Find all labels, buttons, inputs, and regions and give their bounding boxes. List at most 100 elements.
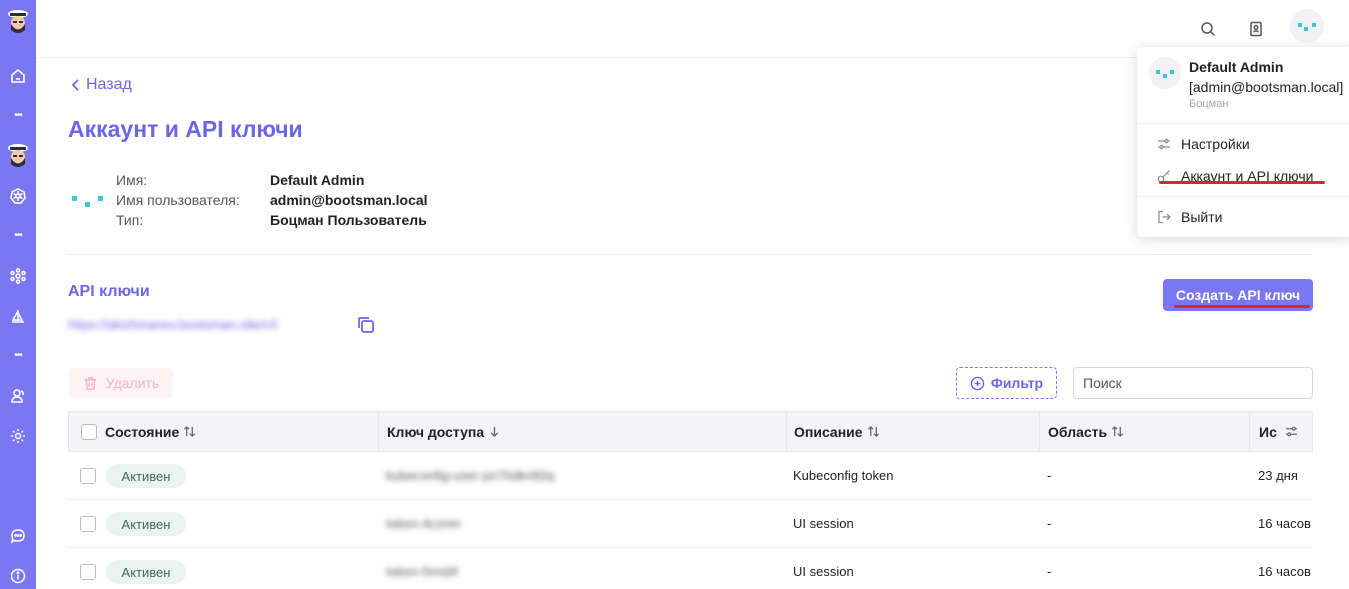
- description-cell: UI session: [793, 564, 854, 579]
- api-keys-title: API ключи: [68, 283, 150, 300]
- column-header-label: Ис: [1259, 423, 1277, 440]
- column-separator[interactable]: [1249, 412, 1250, 451]
- chevron-left-icon: [71, 79, 79, 91]
- expires-cell: 16 часов: [1258, 564, 1311, 579]
- api-endpoint-url: https://akizhmanev.bootsman.site/v3: [68, 317, 278, 332]
- back-link[interactable]: Назад: [70, 76, 132, 94]
- sliders-icon: [1158, 138, 1170, 150]
- account-name-value: Default Admin: [270, 172, 365, 188]
- sort-down-icon: [490, 426, 499, 438]
- apps-icon[interactable]: [6, 264, 30, 288]
- separator-dots: •••: [14, 110, 23, 121]
- row-checkbox[interactable]: [80, 564, 96, 580]
- bootsman-cluster-icon[interactable]: [5, 142, 31, 170]
- page-title: Аккаунт и API ключи: [68, 116, 303, 142]
- back-link-label: Назад: [86, 76, 132, 93]
- column-header-expires[interactable]: Ис: [1259, 412, 1277, 451]
- column-separator[interactable]: [786, 412, 787, 451]
- user-menu-name: Default Admin: [1189, 59, 1284, 75]
- separator-dots: •••: [14, 230, 23, 241]
- column-settings-icon[interactable]: [1285, 412, 1298, 451]
- column-header-label: Область: [1048, 423, 1108, 440]
- users-icon[interactable]: [6, 384, 30, 408]
- app: ••• ••• ••• Назад Аккаунт и API ключи Им…: [0, 0, 1349, 589]
- row-checkbox[interactable]: [80, 468, 96, 484]
- column-header-state[interactable]: Состояние: [105, 412, 196, 451]
- status-badge: Активен: [106, 512, 186, 536]
- sort-icon: [184, 425, 196, 438]
- info-icon[interactable]: [6, 564, 30, 588]
- column-header-label: Ключ доступа: [387, 423, 485, 440]
- menu-item-settings[interactable]: Настройки: [1157, 133, 1250, 155]
- menu-separator: [1137, 196, 1349, 197]
- access-key-cell: kubeconfig-user-pn7hdkn82q: [386, 468, 555, 483]
- plus-circle-icon: [970, 376, 985, 390]
- home-icon[interactable]: [6, 64, 30, 88]
- scope-cell: -: [1047, 468, 1052, 483]
- separator-dots: •••: [14, 350, 23, 361]
- user-avatar-button[interactable]: [1290, 9, 1324, 43]
- kubernetes-icon[interactable]: [6, 184, 30, 208]
- sidebar: ••• ••• •••: [0, 0, 36, 589]
- status-badge: Активен: [106, 464, 186, 488]
- avatar-icon: [1156, 70, 1174, 78]
- user-menu-role: Боцман: [1189, 98, 1229, 110]
- scope-cell: -: [1047, 564, 1052, 579]
- user-menu-dropdown: Default Admin [admin@bootsman.local] Боц…: [1137, 47, 1349, 237]
- menu-separator: [1137, 123, 1349, 124]
- table-row[interactable]: Активен token-5msbf UI session - 16 часо…: [68, 548, 1313, 589]
- account-avatar-icon: [72, 196, 103, 207]
- avatar-icon: [1298, 23, 1316, 31]
- api-keys-table: Состояние Ключ доступа Описание Область …: [68, 411, 1313, 589]
- trash-icon: [84, 376, 96, 390]
- search-input[interactable]: [1073, 367, 1313, 399]
- search-icon[interactable]: [1193, 14, 1223, 44]
- sort-icon: [1112, 425, 1124, 438]
- account-type-label: Тип:: [116, 212, 144, 228]
- annotation-underline: [1159, 181, 1325, 184]
- account-name-label: Имя:: [116, 172, 148, 188]
- delete-button[interactable]: Удалить: [69, 368, 173, 398]
- table-row[interactable]: Активен token-4cznm UI session - 16 часо…: [68, 500, 1313, 548]
- sort-icon: [867, 425, 879, 438]
- column-header-label: Описание: [794, 423, 863, 440]
- user-menu-avatar: [1149, 57, 1181, 89]
- settings-gear-icon[interactable]: [6, 424, 30, 448]
- row-checkbox[interactable]: [80, 516, 96, 532]
- table-row[interactable]: Активен kubeconfig-user-pn7hdkn82q Kubec…: [68, 452, 1313, 500]
- column-separator[interactable]: [1039, 412, 1040, 451]
- bootsman-logo-icon[interactable]: [5, 8, 31, 36]
- select-all-checkbox[interactable]: [81, 424, 97, 440]
- scope-cell: -: [1047, 516, 1052, 531]
- access-key-cell: token-5msbf: [386, 564, 458, 579]
- menu-item-logout[interactable]: Выйти: [1157, 206, 1222, 228]
- section-divider: [68, 254, 1313, 255]
- table-header: Состояние Ключ доступа Описание Область …: [68, 411, 1313, 452]
- logout-icon: [1158, 210, 1171, 224]
- chat-icon[interactable]: [6, 524, 30, 548]
- status-badge: Активен: [106, 560, 186, 584]
- column-header-description[interactable]: Описание: [794, 412, 880, 451]
- expires-cell: 16 часов: [1258, 516, 1311, 531]
- menu-item-label: Выйти: [1181, 209, 1223, 225]
- filter-button[interactable]: Фильтр: [956, 367, 1057, 399]
- copy-icon[interactable]: [356, 315, 376, 335]
- filter-button-label: Фильтр: [990, 375, 1044, 391]
- account-type-value: Боцман Пользователь: [270, 212, 427, 228]
- delete-button-label: Удалить: [105, 375, 160, 391]
- account-username-label: Имя пользователя:: [116, 192, 240, 208]
- description-cell: UI session: [793, 516, 854, 531]
- menu-item-label: Настройки: [1181, 136, 1250, 152]
- column-header-scope[interactable]: Область: [1048, 412, 1124, 451]
- column-header-label: Состояние: [105, 423, 180, 440]
- annotation-underline: [1174, 305, 1310, 308]
- access-key-cell: token-4cznm: [386, 516, 461, 531]
- column-separator[interactable]: [378, 412, 379, 451]
- docs-icon[interactable]: [1241, 14, 1271, 44]
- column-header-access-key[interactable]: Ключ доступа: [387, 412, 501, 451]
- account-username-value: admin@bootsman.local: [270, 192, 428, 208]
- sailboat-icon[interactable]: [6, 305, 30, 329]
- user-menu-email: [admin@bootsman.local]: [1189, 79, 1344, 95]
- description-cell: Kubeconfig token: [793, 468, 894, 483]
- expires-cell: 23 дня: [1258, 468, 1298, 483]
